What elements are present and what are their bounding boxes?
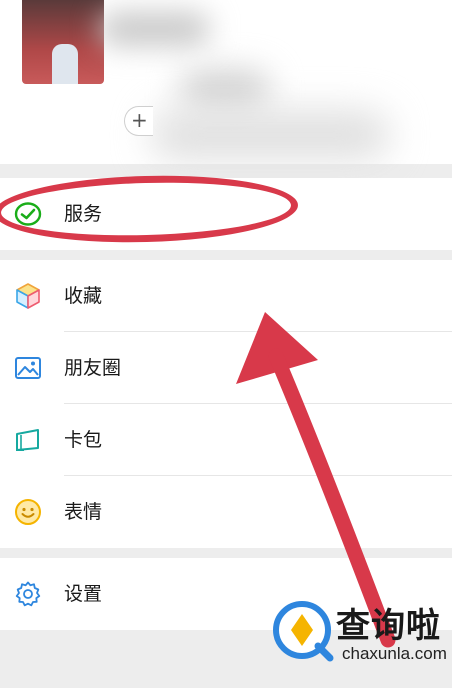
watermark-brand: 查询啦 bbox=[336, 606, 441, 646]
watermark-domain: chaxunla.com bbox=[342, 644, 447, 663]
watermark-logo-icon bbox=[273, 601, 334, 662]
arrow-annotation bbox=[236, 312, 396, 648]
watermark: 查询啦 chaxunla.com bbox=[262, 596, 448, 678]
